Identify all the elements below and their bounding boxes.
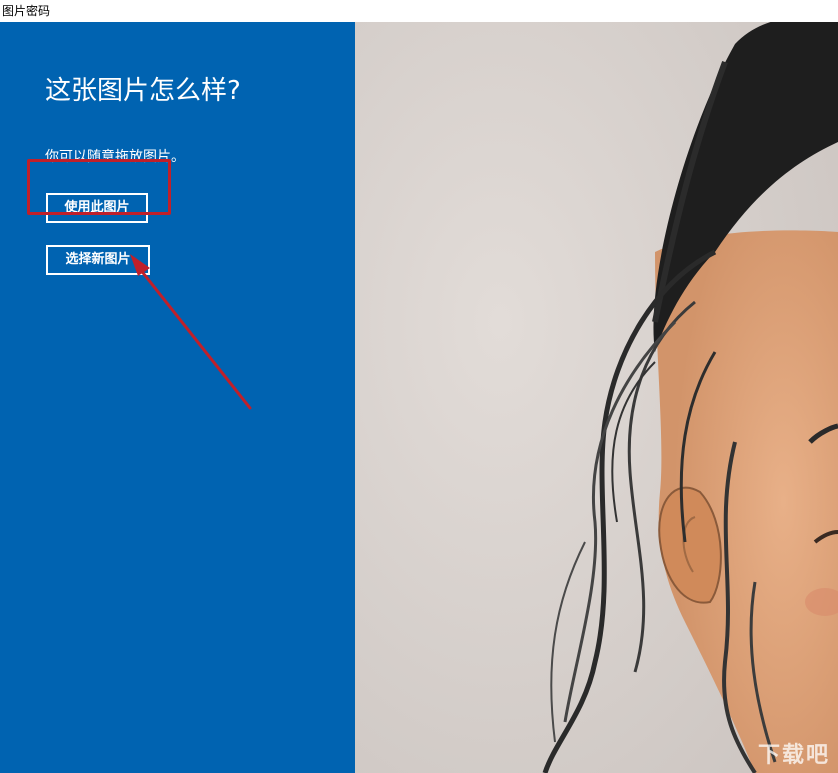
selected-picture[interactable]: 下载吧 [355, 22, 838, 773]
instruction-text: 你可以随意拖放图片。 [45, 149, 185, 165]
annotation-arrow [130, 254, 252, 410]
title-bar: 图片密码 [0, 0, 838, 22]
page-title: 这张图片怎么样? [45, 76, 241, 106]
watermark-logo: 下载吧 [757, 743, 830, 768]
use-this-picture-button[interactable]: 使用此图片 [46, 193, 148, 223]
window-title: 图片密码 [2, 4, 51, 18]
portrait-sketch-image [355, 22, 838, 773]
